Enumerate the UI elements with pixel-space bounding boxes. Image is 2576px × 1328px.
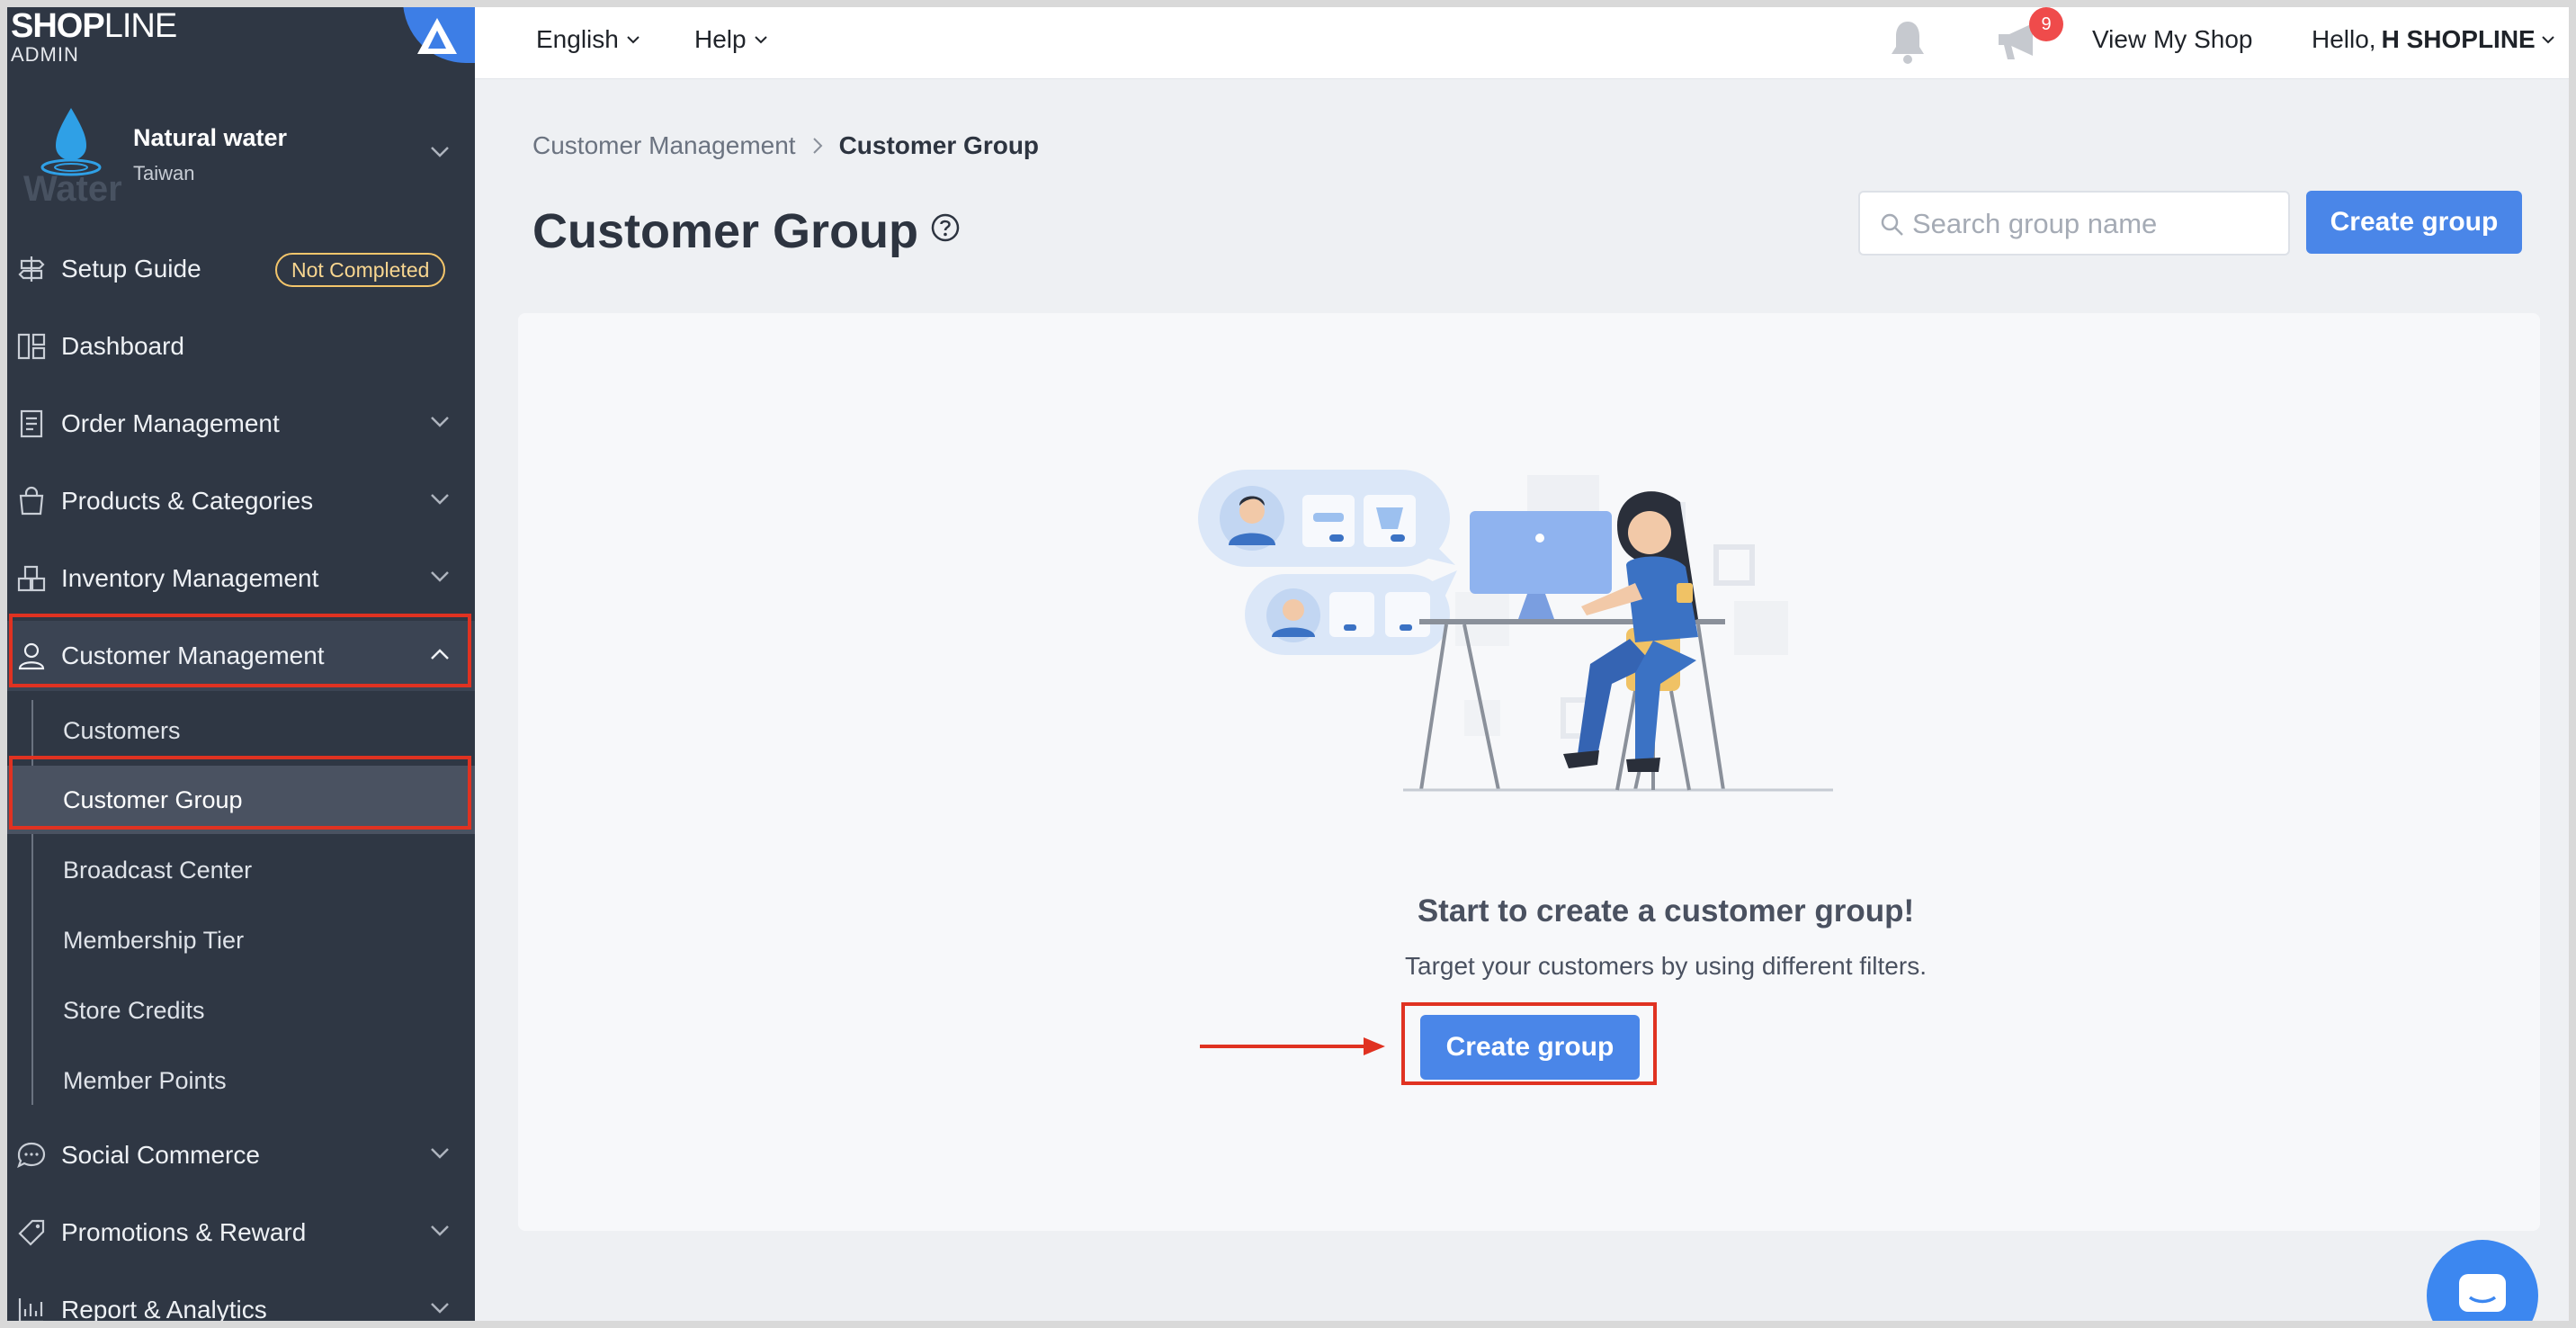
app-switcher-mark[interactable] <box>403 7 484 63</box>
chevron-down-icon <box>431 571 449 582</box>
help-label: Help <box>694 25 747 53</box>
breadcrumb-current: Customer Group <box>838 131 1040 159</box>
sidebar-item-products[interactable]: Products & Categories <box>7 466 475 536</box>
sidebar-item-order-management[interactable]: Order Management <box>7 389 475 459</box>
shop-avatar-word: Water <box>23 169 122 209</box>
empty-state-title: Start to create a customer group! <box>1417 893 1915 929</box>
sidebar-item-label: Promotions & Reward <box>61 1218 307 1246</box>
breadcrumb: Customer Management Customer Group <box>532 131 1039 160</box>
bell-icon[interactable] <box>1887 18 1928 67</box>
shop-region: Taiwan <box>133 162 195 184</box>
chevron-down-icon <box>431 417 449 427</box>
language-label: English <box>536 25 619 53</box>
search-icon <box>1881 213 1903 236</box>
sidebar-item-label: Social Commerce <box>61 1141 260 1169</box>
highlight-customer-management <box>9 614 471 687</box>
sidebar-subitem-member-points[interactable]: Member Points <box>7 1046 475 1115</box>
logo-subtitle: ADMIN <box>11 43 79 66</box>
chevron-down-icon <box>431 1303 449 1314</box>
create-group-button[interactable]: Create group <box>2306 191 2522 254</box>
chevron-down-icon <box>627 36 640 44</box>
logo-wordmark: SHOPLINE <box>11 7 177 45</box>
annotation-arrow <box>1200 1037 1385 1055</box>
shop-avatar: Water <box>22 103 122 209</box>
chevron-down-icon <box>431 1148 449 1159</box>
live-chat-launcher[interactable] <box>2427 1240 2538 1321</box>
view-my-shop-link[interactable]: View My Shop <box>2092 25 2252 54</box>
shopping-bag-icon <box>19 486 44 516</box>
status-badge: Not Completed <box>275 253 446 287</box>
language-selector[interactable]: English <box>536 25 640 54</box>
greeting-prefix: Hello, <box>2312 25 2376 53</box>
sidebar-item-label: Report & Analytics <box>61 1296 267 1321</box>
mountain-icon <box>417 18 457 54</box>
highlight-customer-group <box>9 756 471 830</box>
chart-icon <box>18 1298 43 1321</box>
help-menu[interactable]: Help <box>694 25 768 54</box>
sidebar-item-social-commerce[interactable]: Social Commerce <box>7 1120 475 1190</box>
search-group-field[interactable] <box>1858 191 2290 256</box>
question-circle-icon[interactable] <box>930 212 961 243</box>
chevron-down-icon <box>431 147 449 157</box>
sidebar-item-promotions[interactable]: Promotions & Reward <box>7 1198 475 1268</box>
boxes-icon <box>17 565 46 592</box>
sidebar-item-report-analytics[interactable]: Report & Analytics <box>7 1275 475 1321</box>
sidebar-item-dashboard[interactable]: Dashboard <box>7 311 475 381</box>
sidebar-item-label: Order Management <box>61 409 280 437</box>
app-window: SHOPLINE ADMIN Water Natural water Taiwa… <box>7 7 2569 1321</box>
chevron-right-icon <box>812 138 822 154</box>
breadcrumb-parent[interactable]: Customer Management <box>532 131 796 160</box>
sidebar-subitem-store-credits[interactable]: Store Credits <box>7 976 475 1045</box>
chat-icon <box>17 1142 46 1169</box>
sidebar-item-label: Dashboard <box>61 332 184 360</box>
chevron-down-icon <box>2542 36 2554 44</box>
shop-name: Natural water <box>133 124 288 151</box>
chevron-down-icon <box>431 1225 449 1236</box>
chevron-down-icon <box>431 494 449 505</box>
top-bar: English Help 9 View My Shop Hello, H SHO… <box>475 7 2569 79</box>
brand-logo[interactable]: SHOPLINE ADMIN <box>7 7 484 84</box>
search-input[interactable] <box>1912 202 2272 247</box>
sidebar-item-label: Products & Categories <box>61 487 314 515</box>
dashboard-icon <box>17 333 46 360</box>
sidebar-item-setup-guide[interactable]: Setup Guide Not Completed <box>7 234 475 304</box>
notification-count-badge: 9 <box>2029 7 2063 41</box>
empty-state-illustration <box>1198 470 1833 792</box>
sidebar-subitem-customers[interactable]: Customers <box>7 696 475 765</box>
page-title: Customer Group <box>532 204 919 258</box>
sidebar-item-label: Inventory Management <box>61 564 319 592</box>
empty-state-description: Target your customers by using different… <box>1405 952 1927 980</box>
user-menu[interactable]: Hello, H SHOPLINE <box>2312 25 2555 54</box>
user-name: H SHOPLINE <box>2381 25 2536 53</box>
shop-switcher[interactable]: Water Natural water Taiwan <box>7 97 475 214</box>
sidebar-item-label: Setup Guide <box>61 255 201 283</box>
tag-icon <box>18 1219 45 1246</box>
chat-launcher-icon <box>2459 1274 2506 1312</box>
signpost-icon <box>18 256 45 282</box>
receipt-icon <box>20 409 43 438</box>
sidebar: SHOPLINE ADMIN Water Natural water Taiwa… <box>7 7 484 1321</box>
highlight-create-group-button <box>1401 1002 1657 1085</box>
sidebar-item-inventory[interactable]: Inventory Management <box>7 543 475 614</box>
chevron-down-icon <box>754 36 767 44</box>
